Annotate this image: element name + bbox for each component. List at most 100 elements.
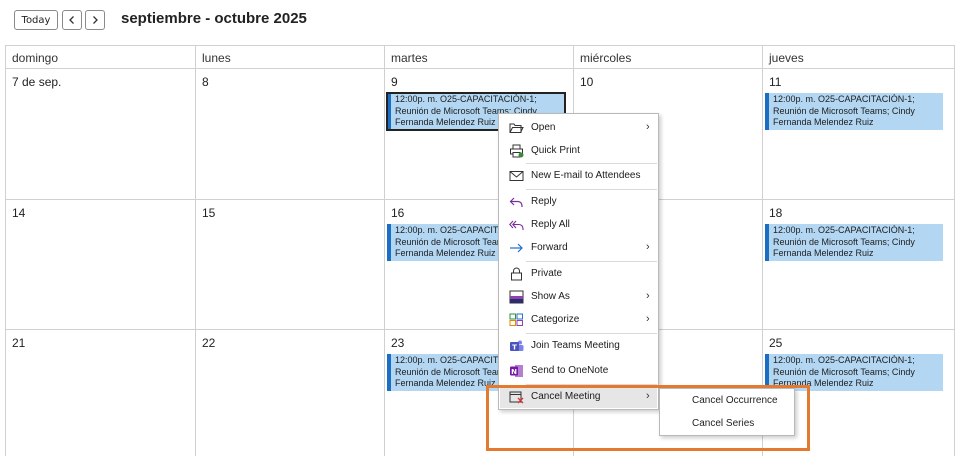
date-label: 10	[580, 75, 594, 89]
event-line: Reunión de Microsoft Teams; Cindy	[773, 105, 915, 116]
date-label: 9	[391, 75, 398, 89]
date-label: 8	[202, 75, 209, 89]
chevron-right-icon: ›	[646, 121, 650, 133]
date-label: 7 de sep.	[12, 75, 62, 89]
menu-item-categorize[interactable]: Categorize ›	[500, 309, 657, 331]
date-label: 23	[391, 336, 405, 350]
onenote-icon: N	[510, 365, 523, 377]
menu-item-private[interactable]: Private	[500, 263, 657, 285]
chevron-right-icon: ›	[646, 241, 650, 253]
date-label: 14	[12, 206, 26, 220]
menu-label: Forward	[531, 242, 568, 253]
menu-label: Cancel Meeting	[531, 391, 601, 402]
event-line: 12:00p. m. O25-CAPACITACIÓN-1;	[395, 94, 537, 104]
chevron-right-icon: ›	[646, 313, 650, 325]
menu-item-new-email-attendees[interactable]: New E-mail to Attendees	[500, 165, 657, 187]
menu-label: Cancel Occurrence	[692, 395, 778, 406]
chevron-right-icon: ›	[646, 290, 650, 302]
menu-label: Reply	[531, 196, 557, 207]
day-cell[interactable]: 18 12:00p. m. O25-CAPACITACIÓN-1; Reunió…	[762, 200, 955, 330]
event-line: Reunión de Microsoft Teams; Cindy	[773, 236, 915, 247]
event-line: Fernanda Melendez Ruiz	[773, 117, 874, 127]
menu-item-cancel-series[interactable]: Cancel Series	[661, 413, 793, 435]
menu-label: Send to OneNote	[531, 365, 609, 376]
menu-item-quick-print[interactable]: Quick Print	[500, 140, 657, 162]
menu-label: Open	[531, 122, 556, 133]
menu-item-cancel-occurrence[interactable]: Cancel Occurrence	[661, 390, 793, 412]
menu-separator	[526, 384, 657, 385]
event-line: Reunión de Microsoft Teams; Cindy	[773, 366, 915, 377]
event-line: Fernanda Melendez Ruiz	[773, 378, 874, 388]
event-line: 12:00p. m. O25-CAPACITACIÓN-1;	[773, 94, 915, 104]
next-button[interactable]	[85, 10, 105, 30]
context-menu: Open › Quick Print New E-mail to Attende…	[498, 113, 659, 410]
day-header-monday: lunes	[195, 45, 384, 69]
menu-separator	[526, 261, 657, 262]
day-header-sunday: domingo	[5, 45, 195, 69]
chevron-right-icon: ›	[646, 390, 650, 402]
categorize-icon	[509, 313, 523, 326]
menu-item-reply[interactable]: Reply	[500, 191, 657, 213]
event-line: 12:00p. m. O25-CAPACITACIÓN-1;	[773, 355, 915, 365]
calendar-event[interactable]: 12:00p. m. O25-CAPACITACIÓN-1; Reunión d…	[765, 354, 943, 391]
menu-separator	[526, 189, 657, 190]
forward-icon	[510, 243, 523, 253]
reply-icon	[509, 197, 523, 207]
day-header-thursday: jueves	[762, 45, 955, 69]
day-header-tuesday: martes	[384, 45, 573, 69]
reply-all-icon	[509, 220, 524, 230]
chevron-left-icon	[69, 16, 74, 24]
svg-text:T: T	[512, 343, 517, 351]
day-cell[interactable]: 7 de sep.	[5, 69, 195, 200]
printer-icon	[510, 144, 524, 158]
menu-label: New E-mail to Attendees	[531, 170, 641, 181]
menu-item-forward[interactable]: Forward ›	[500, 237, 657, 259]
menu-item-open[interactable]: Open ›	[500, 117, 657, 139]
today-button[interactable]: Today	[14, 10, 58, 30]
menu-item-reply-all[interactable]: Reply All	[500, 214, 657, 236]
menu-separator	[526, 163, 657, 164]
menu-label: Quick Print	[531, 145, 580, 156]
date-label: 25	[769, 336, 783, 350]
cancel-meeting-icon	[509, 391, 524, 404]
calendar-toolbar: Today septiembre - octubre 2025	[0, 0, 961, 44]
date-label: 11	[769, 75, 782, 89]
day-cell[interactable]: 21	[5, 330, 195, 456]
date-label: 18	[769, 206, 783, 220]
open-folder-icon	[509, 123, 524, 133]
day-cell[interactable]: 8	[195, 69, 384, 200]
menu-label: Private	[531, 268, 563, 279]
menu-item-send-to-onenote[interactable]: N Send to OneNote	[500, 360, 657, 382]
menu-item-cancel-meeting[interactable]: Cancel Meeting ›	[500, 386, 657, 408]
envelope-icon	[509, 171, 524, 181]
menu-label: Cancel Series	[692, 418, 755, 429]
event-line: Fernanda Melendez Ruiz	[773, 248, 874, 258]
day-cell[interactable]: 15	[195, 200, 384, 330]
calendar-event[interactable]: 12:00p. m. O25-CAPACITACIÓN-1; Reunión d…	[765, 224, 943, 261]
previous-button[interactable]	[62, 10, 82, 30]
menu-label: Join Teams Meeting	[531, 340, 620, 351]
day-header-wednesday: miércoles	[573, 45, 762, 69]
show-as-icon	[509, 290, 524, 304]
event-line: 12:00p. m. O25-CAPACITACIÓN-1;	[773, 225, 915, 235]
menu-label: Categorize	[531, 314, 580, 325]
day-cell[interactable]: 14	[5, 200, 195, 330]
calendar-event[interactable]: 12:00p. m. O25-CAPACITACIÓN-1; Reunión d…	[765, 93, 943, 130]
month-grid: domingo lunes martes miércoles jueves 7 …	[5, 45, 955, 456]
day-cell[interactable]: 11 12:00p. m. O25-CAPACITACIÓN-1; Reunió…	[762, 69, 955, 200]
date-label: 16	[391, 206, 405, 220]
date-range-title: septiembre - octubre 2025	[121, 10, 307, 27]
date-label: 22	[202, 336, 216, 350]
date-label: 15	[202, 206, 216, 220]
svg-text:N: N	[511, 368, 517, 376]
teams-icon: T	[510, 340, 524, 351]
cancel-meeting-submenu: Cancel Occurrence Cancel Series	[659, 388, 795, 436]
menu-item-join-teams-meeting[interactable]: T Join Teams Meeting	[500, 335, 657, 357]
menu-item-show-as[interactable]: Show As ›	[500, 286, 657, 308]
date-label: 21	[12, 336, 26, 350]
menu-label: Reply All	[531, 219, 570, 230]
chevron-right-icon	[93, 16, 98, 24]
menu-separator	[526, 333, 657, 334]
day-cell[interactable]: 22	[195, 330, 384, 456]
menu-label: Show As	[531, 291, 570, 302]
